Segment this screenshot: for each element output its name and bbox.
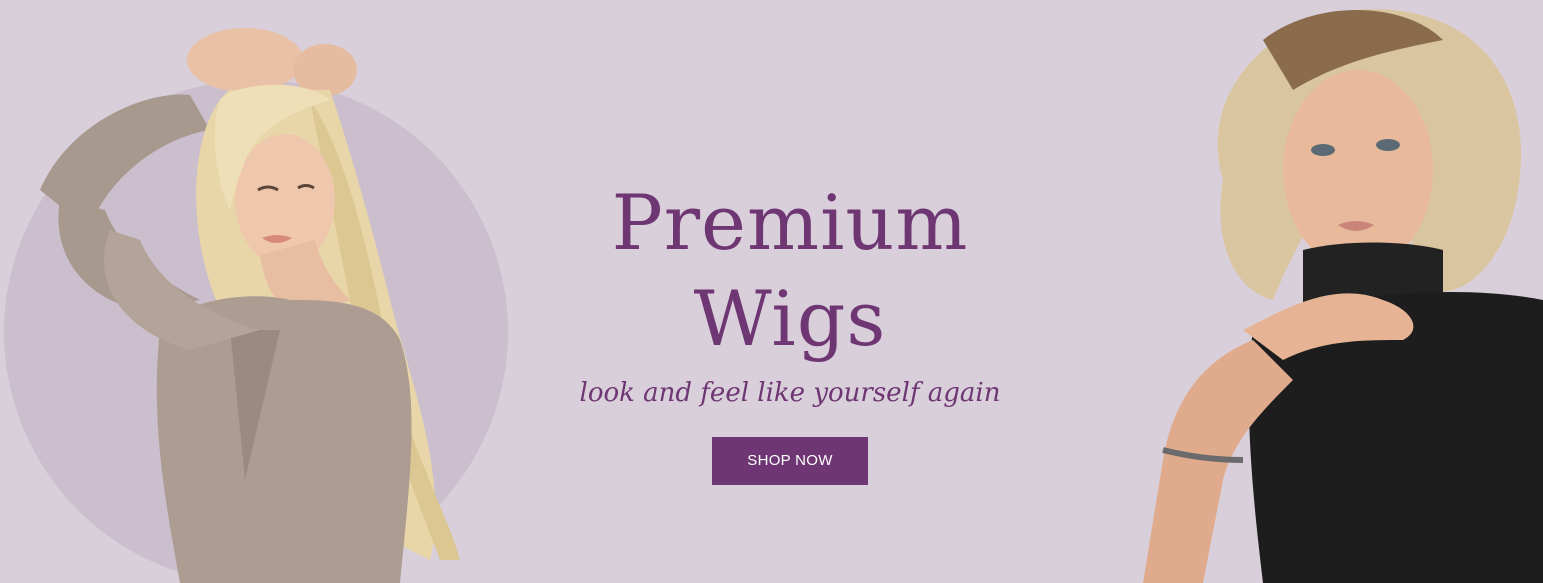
hero-copy: Premium Wigs look and feel like yourself… <box>520 175 1060 485</box>
left-model-image <box>40 28 460 583</box>
hero-tagline: look and feel like yourself again <box>579 378 1001 408</box>
hero-headline: Premium Wigs <box>611 178 969 363</box>
hero-banner: Premium Wigs look and feel like yourself… <box>0 0 1543 583</box>
right-model-image <box>1143 9 1543 583</box>
shop-now-button[interactable]: SHOP NOW <box>712 437 868 485</box>
